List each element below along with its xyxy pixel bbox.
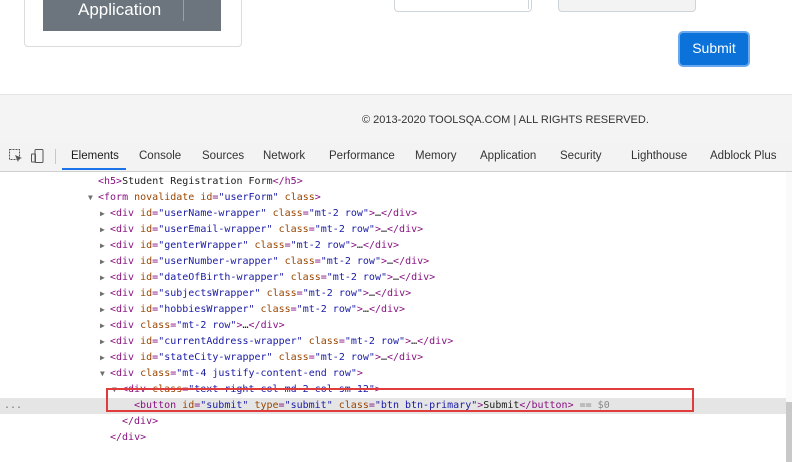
tab-application[interactable]: Application (480, 150, 536, 162)
dom-node-line[interactable]: ▶ <div id="dateOfBirth-wrapper" class="mt… (0, 270, 792, 286)
dom-node-line[interactable]: ▶ <div id="userName-wrapper" class="mt-2 … (0, 206, 792, 222)
tab-sources[interactable]: Sources (202, 150, 244, 162)
dom-node-text: <div id="currentAddress-wrapper" class="… (110, 336, 454, 347)
expand-arrow-icon[interactable]: ▶ (100, 254, 105, 270)
dom-node-text: <div id="userNumber-wrapper" class="mt-2… (110, 256, 430, 267)
dom-node-text: <div id="userEmail-wrapper" class="mt-2 … (110, 224, 424, 235)
download-icon: ⭳ (197, 0, 202, 7)
application-button[interactable]: ⚒ Application ⭳ (43, 0, 221, 31)
scrollbar-thumb[interactable] (786, 402, 792, 462)
expand-arrow-icon[interactable]: ▶ (100, 270, 105, 286)
dom-node-text: <div class="mt-4 justify-content-end row… (110, 368, 363, 379)
dom-node-line[interactable]: </div> (0, 430, 792, 446)
expand-arrow-icon[interactable]: ▶ (100, 206, 105, 222)
dom-node-text: <div id="userName-wrapper" class="mt-2 r… (110, 208, 418, 219)
expand-arrow-icon[interactable]: ▶ (100, 350, 105, 366)
dom-node-text: <div id="dateOfBirth-wrapper" class="mt-… (110, 272, 436, 283)
dom-node-line[interactable]: ▼ <form novalidate id="userForm" class> (0, 190, 792, 206)
highlight-box (106, 388, 694, 412)
button-divider (183, 0, 184, 21)
dom-node-line[interactable]: <h5>Student Registration Form</h5> (0, 174, 792, 190)
tab-elements[interactable]: Elements (71, 150, 119, 162)
expand-arrow-icon[interactable]: ▶ (100, 222, 105, 238)
dom-node-text: <div id="stateCity-wrapper" class="mt-2 … (110, 352, 424, 363)
select-divider (528, 0, 529, 9)
dom-node-text: <div id="genterWrapper" class="mt-2 row"… (110, 240, 400, 251)
expand-arrow-icon[interactable]: ▶ (100, 238, 105, 254)
node-actions-ellipsis[interactable]: ... (4, 398, 22, 414)
dom-node-text: <div id="hobbiesWrapper" class="mt-2 row… (110, 304, 406, 315)
city-select[interactable] (394, 0, 532, 12)
dom-node-line[interactable]: ▶ <div id="subjectsWrapper" class="mt-2 r… (0, 286, 792, 302)
tab-memory[interactable]: Memory (415, 150, 457, 162)
expand-arrow-icon[interactable]: ▶ (100, 302, 105, 318)
tab-network[interactable]: Network (263, 150, 305, 162)
dom-node-line[interactable]: ▼ <div class="mt-4 justify-content-end ro… (0, 366, 792, 382)
dom-node-line[interactable]: ▶ <div id="userNumber-wrapper" class="mt-… (0, 254, 792, 270)
expand-arrow-icon[interactable]: ▶ (100, 334, 105, 350)
device-toolbar-icon[interactable] (30, 148, 46, 164)
devtools-tabbar: Elements Console Sources Network Perform… (0, 142, 792, 172)
collapse-arrow-icon[interactable]: ▼ (100, 366, 105, 382)
collapse-arrow-icon[interactable]: ▼ (88, 190, 93, 206)
scrollbar[interactable] (786, 172, 792, 462)
tab-lighthouse[interactable]: Lighthouse (631, 150, 687, 162)
tab-performance[interactable]: Performance (329, 150, 395, 162)
dom-node-text: <h5>Student Registration Form</h5> (98, 176, 303, 187)
devtools-panel: Elements Console Sources Network Perform… (0, 142, 792, 462)
dom-node-text: </div> (122, 416, 159, 427)
application-button-label: Application (78, 0, 162, 19)
dom-node-line[interactable]: </div> (0, 414, 792, 430)
tab-console[interactable]: Console (139, 150, 181, 162)
toolbar-separator (55, 149, 56, 164)
web-page: ⚒ Application ⭳ Submit © 2013-2020 TOOLS… (0, 0, 792, 143)
dom-node-line[interactable]: ▶ <div class="mt-2 row">…</div> (0, 318, 792, 334)
tab-adblock-plus[interactable]: Adblock Plus (710, 150, 776, 162)
expand-arrow-icon[interactable]: ▶ (100, 318, 105, 334)
dom-node-line[interactable]: ▶ <div id="hobbiesWrapper" class="mt-2 ro… (0, 302, 792, 318)
application-card: ⚒ Application ⭳ (24, 0, 242, 47)
inspect-element-icon[interactable] (8, 148, 24, 164)
active-tab-indicator (62, 168, 126, 170)
footer-copyright: © 2013-2020 TOOLSQA.COM | ALL RIGHTS RES… (362, 114, 649, 126)
dom-node-text: </div> (110, 432, 147, 443)
dom-node-line[interactable]: ▶ <div id="userEmail-wrapper" class="mt-2… (0, 222, 792, 238)
dom-node-line[interactable]: ▶ <div id="currentAddress-wrapper" class=… (0, 334, 792, 350)
dom-node-line[interactable]: ▶ <div id="genterWrapper" class="mt-2 row… (0, 238, 792, 254)
footer: © 2013-2020 TOOLSQA.COM | ALL RIGHTS RES… (0, 94, 792, 143)
expand-arrow-icon[interactable]: ▶ (100, 286, 105, 302)
dom-node-text: <form novalidate id="userForm" class> (98, 192, 321, 203)
dom-node-text: <div id="subjectsWrapper" class="mt-2 ro… (110, 288, 412, 299)
submit-button[interactable]: Submit (678, 31, 750, 67)
state-select[interactable] (558, 0, 696, 12)
tab-security[interactable]: Security (560, 150, 602, 162)
dom-node-text: <div class="mt-2 row">…</div> (110, 320, 285, 331)
dom-node-line[interactable]: ▶ <div id="stateCity-wrapper" class="mt-2… (0, 350, 792, 366)
